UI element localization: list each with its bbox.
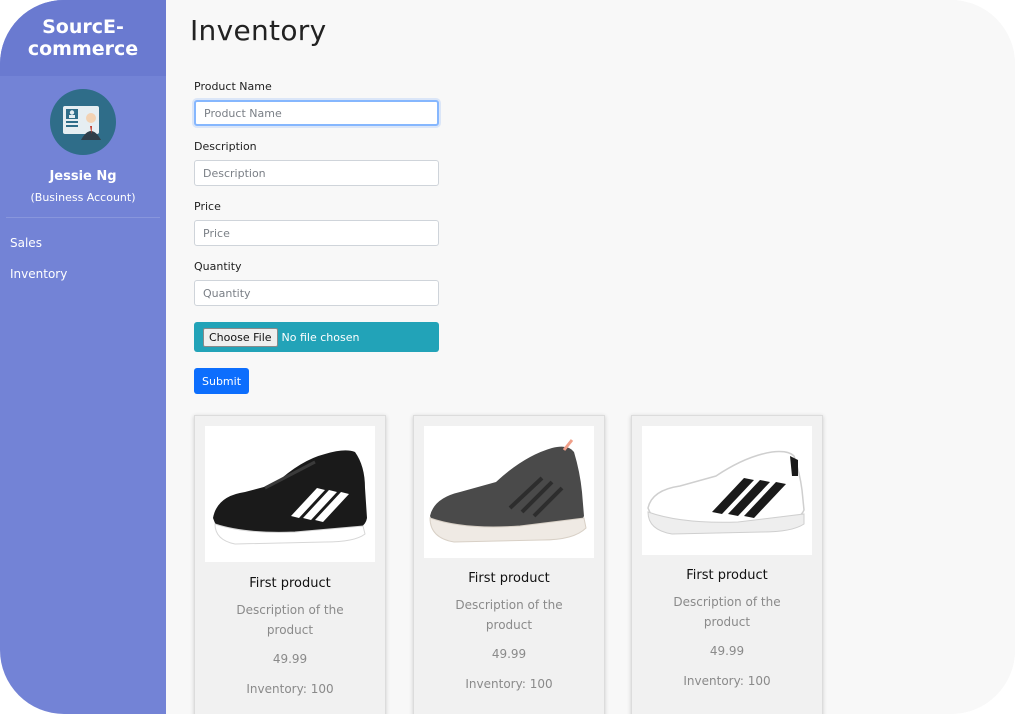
product-inventory: Inventory: 100 — [465, 677, 553, 691]
product-inventory: Inventory: 100 — [246, 682, 334, 696]
account-type: (Business Account) — [30, 191, 136, 204]
price-label: Price — [194, 200, 221, 213]
quantity-input[interactable] — [194, 280, 439, 306]
sidebar-item-inventory[interactable]: Inventory — [10, 267, 67, 281]
brand-logo[interactable]: SourcE-commerce — [0, 0, 166, 76]
product-description: Description of the product — [455, 598, 563, 632]
product-card[interactable]: First product Description of the product… — [631, 415, 823, 714]
product-inventory: Inventory: 100 — [683, 674, 771, 688]
business-user-icon — [50, 89, 116, 155]
description-label: Description — [194, 140, 257, 153]
product-description: Description of the product — [673, 595, 781, 629]
product-title: First product — [249, 576, 331, 591]
quantity-label: Quantity — [194, 260, 242, 273]
page-title: Inventory — [190, 14, 327, 47]
white-sneaker-image — [642, 426, 812, 555]
sidebar-item-sales[interactable]: Sales — [10, 236, 42, 250]
description-input[interactable] — [194, 160, 439, 186]
product-name-label: Product Name — [194, 80, 272, 93]
product-name-input[interactable] — [194, 100, 439, 126]
product-price: 49.99 — [709, 644, 745, 658]
price-input[interactable] — [194, 220, 439, 246]
sidebar-divider — [6, 217, 160, 218]
black-sneaker-image — [205, 426, 375, 562]
grey-running-shoe-image — [424, 426, 594, 558]
app-window: SourcE-commerce Jessie Ng (Business Acco… — [0, 0, 1015, 714]
product-price: 49.99 — [491, 647, 527, 661]
main-content: Inventory Product Name Description Price… — [166, 0, 1015, 714]
submit-button[interactable]: Submit — [194, 368, 249, 394]
product-description: Description of the product — [236, 603, 344, 637]
product-title: First product — [468, 571, 550, 586]
product-title: First product — [686, 568, 768, 583]
choose-file-button[interactable]: Choose File — [203, 327, 278, 347]
product-card[interactable]: First product Description of the product… — [413, 415, 605, 714]
product-card[interactable]: First product Description of the product… — [194, 415, 386, 714]
file-status: No file chosen — [281, 330, 360, 344]
user-name: Jessie Ng — [49, 169, 117, 184]
sidebar: SourcE-commerce Jessie Ng (Business Acco… — [0, 0, 166, 714]
product-price: 49.99 — [272, 652, 308, 666]
file-upload: Choose File No file chosen — [194, 322, 439, 352]
